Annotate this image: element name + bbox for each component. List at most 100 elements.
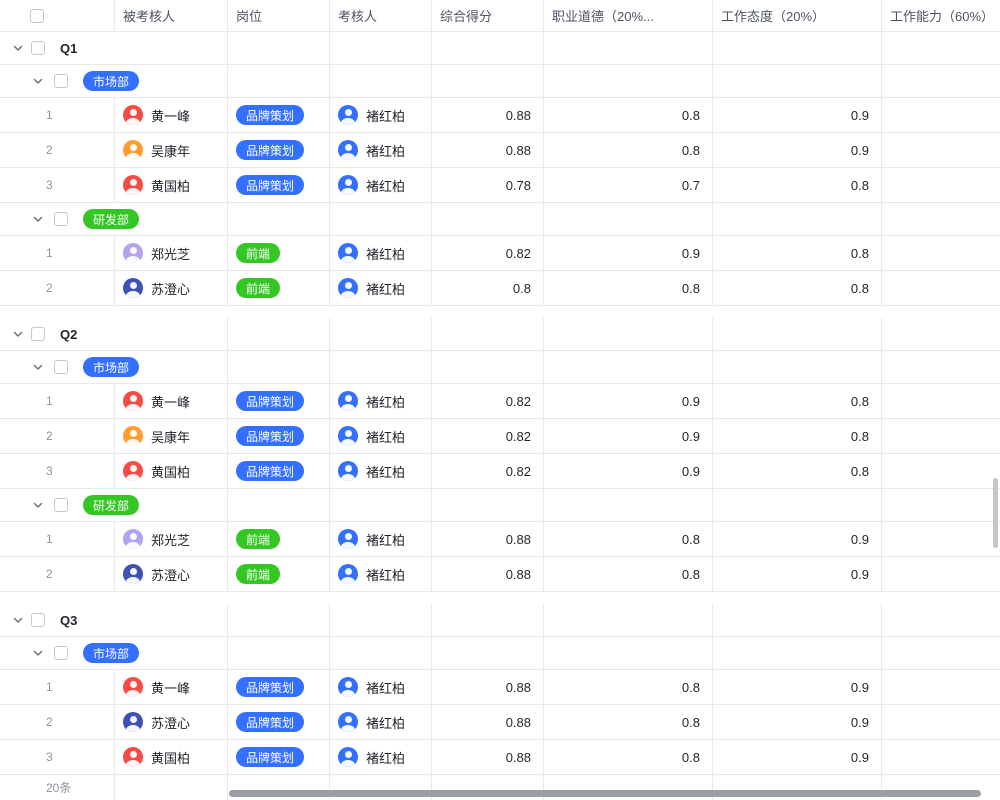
chevron-down-icon[interactable] (32, 499, 44, 511)
reviewer-cell: 褚红柏 (330, 670, 432, 704)
table-row[interactable]: 2 吴康年 品牌策划 褚红柏 0.82 0.9 0.8 (0, 419, 1000, 454)
column-header-ability[interactable]: 工作能力（60%） (882, 0, 1000, 31)
ability-cell (882, 740, 1000, 774)
table-row[interactable]: 1 郑光芝 前端 褚红柏 0.82 0.9 0.8 (0, 236, 1000, 271)
reviewer-cell: 褚红柏 (330, 133, 432, 167)
subgroup-title-cell: 研发部 (0, 489, 228, 521)
column-header-ethics[interactable]: 职业道德（20%... (544, 0, 713, 31)
position-cell: 前端 (228, 557, 330, 591)
vertical-scrollbar-thumb[interactable] (993, 478, 998, 548)
group-checkbox[interactable] (31, 327, 45, 341)
group-checkbox[interactable] (31, 613, 45, 627)
table-row[interactable]: 2 苏澄心 品牌策划 褚红柏 0.88 0.8 0.9 (0, 705, 1000, 740)
column-header-reviewer[interactable]: 考核人 (330, 0, 432, 31)
table-row[interactable]: 3 黄国柏 品牌策划 褚红柏 0.78 0.7 0.8 (0, 168, 1000, 203)
chevron-down-icon[interactable] (32, 647, 44, 659)
subgroup-checkbox[interactable] (54, 360, 68, 374)
position-badge: 品牌策划 (236, 391, 304, 411)
column-header-attitude[interactable]: 工作态度（20%） (713, 0, 882, 31)
table-row[interactable]: 1 黄一峰 品牌策划 褚红柏 0.88 0.8 0.9 (0, 670, 1000, 705)
person-name: 黄一峰 (151, 106, 190, 125)
table-row[interactable]: 1 郑光芝 前端 褚红柏 0.88 0.8 0.9 (0, 522, 1000, 557)
position-cell: 前端 (228, 522, 330, 556)
ability-cell (882, 168, 1000, 202)
position-badge: 品牌策划 (236, 677, 304, 697)
ability-cell (882, 454, 1000, 488)
subgroup-title-cell: 研发部 (0, 203, 228, 235)
person-name: 黄国柏 (151, 748, 190, 767)
ethics-cell: 0.8 (544, 740, 713, 774)
empty-cell (882, 65, 1000, 97)
avatar (338, 712, 358, 732)
person-name: 吴康年 (151, 141, 190, 160)
score-cell: 0.82 (432, 454, 544, 488)
avatar (338, 677, 358, 697)
person-cell: 苏澄心 (115, 705, 228, 739)
row-index: 2 (0, 419, 115, 453)
empty-cell (544, 203, 713, 235)
chevron-down-icon[interactable] (12, 328, 24, 340)
row-index: 1 (0, 670, 115, 704)
column-header-position[interactable]: 岗位 (228, 0, 330, 31)
row-index: 3 (0, 168, 115, 202)
chevron-down-icon[interactable] (32, 213, 44, 225)
subgroup-row: 市场部 (0, 637, 1000, 670)
position-cell: 品牌策划 (228, 384, 330, 418)
score-cell: 0.78 (432, 168, 544, 202)
person-name: 苏澄心 (151, 279, 190, 298)
empty-cell (228, 604, 330, 636)
person-cell: 苏澄心 (115, 557, 228, 591)
ethics-cell: 0.9 (544, 419, 713, 453)
person-name: 黄一峰 (151, 678, 190, 697)
subgroup-checkbox[interactable] (54, 74, 68, 88)
subgroup-title-cell: 市场部 (0, 351, 228, 383)
horizontal-scrollbar-thumb[interactable] (229, 790, 981, 797)
avatar (123, 712, 143, 732)
reviewer-name: 褚红柏 (366, 678, 405, 697)
empty-cell (330, 318, 432, 350)
reviewer-name: 褚红柏 (366, 748, 405, 767)
ability-cell (882, 557, 1000, 591)
empty-cell (228, 203, 330, 235)
chevron-down-icon[interactable] (32, 75, 44, 87)
header-select-cell (0, 0, 115, 31)
subgroup-checkbox[interactable] (54, 498, 68, 512)
table-row[interactable]: 1 黄一峰 品牌策划 褚红柏 0.82 0.9 0.8 (0, 384, 1000, 419)
table-row[interactable]: 2 吴康年 品牌策划 褚红柏 0.88 0.8 0.9 (0, 133, 1000, 168)
column-header-score[interactable]: 综合得分 (432, 0, 544, 31)
table-row[interactable]: 3 黄国柏 品牌策划 褚红柏 0.82 0.9 0.8 (0, 454, 1000, 489)
reviewer-cell: 褚红柏 (330, 98, 432, 132)
attitude-cell: 0.9 (713, 705, 882, 739)
ability-cell (882, 705, 1000, 739)
table-row[interactable]: 2 苏澄心 前端 褚红柏 0.8 0.8 0.8 (0, 271, 1000, 306)
column-header-person[interactable]: 被考核人 (115, 0, 228, 31)
position-cell: 品牌策划 (228, 705, 330, 739)
select-all-checkbox[interactable] (30, 9, 44, 23)
reviewer-cell: 褚红柏 (330, 236, 432, 270)
chevron-down-icon[interactable] (32, 361, 44, 373)
score-cell: 0.88 (432, 557, 544, 591)
attitude-cell: 0.9 (713, 670, 882, 704)
subgroup-checkbox[interactable] (54, 646, 68, 660)
table-row[interactable]: 1 黄一峰 品牌策划 褚红柏 0.88 0.8 0.9 (0, 98, 1000, 133)
avatar (338, 529, 358, 549)
avatar (338, 175, 358, 195)
ethics-cell: 0.7 (544, 168, 713, 202)
group-label: Q1 (60, 41, 77, 56)
empty-cell (713, 351, 882, 383)
table-row[interactable]: 2 苏澄心 前端 褚红柏 0.88 0.8 0.9 (0, 557, 1000, 592)
person-name: 苏澄心 (151, 565, 190, 584)
empty-cell (330, 32, 432, 64)
table-header: 被考核人 岗位 考核人 综合得分 职业道德（20%... 工作态度（20%） 工… (0, 0, 1000, 32)
table-row[interactable]: 3 黄国柏 品牌策划 褚红柏 0.88 0.8 0.9 (0, 740, 1000, 775)
row-index: 2 (0, 271, 115, 305)
empty-cell (713, 604, 882, 636)
group-checkbox[interactable] (31, 41, 45, 55)
record-count: 20条 (0, 775, 115, 800)
position-badge: 前端 (236, 564, 280, 584)
chevron-down-icon[interactable] (12, 614, 24, 626)
chevron-down-icon[interactable] (12, 42, 24, 54)
empty-cell (544, 32, 713, 64)
empty-cell (432, 203, 544, 235)
subgroup-checkbox[interactable] (54, 212, 68, 226)
